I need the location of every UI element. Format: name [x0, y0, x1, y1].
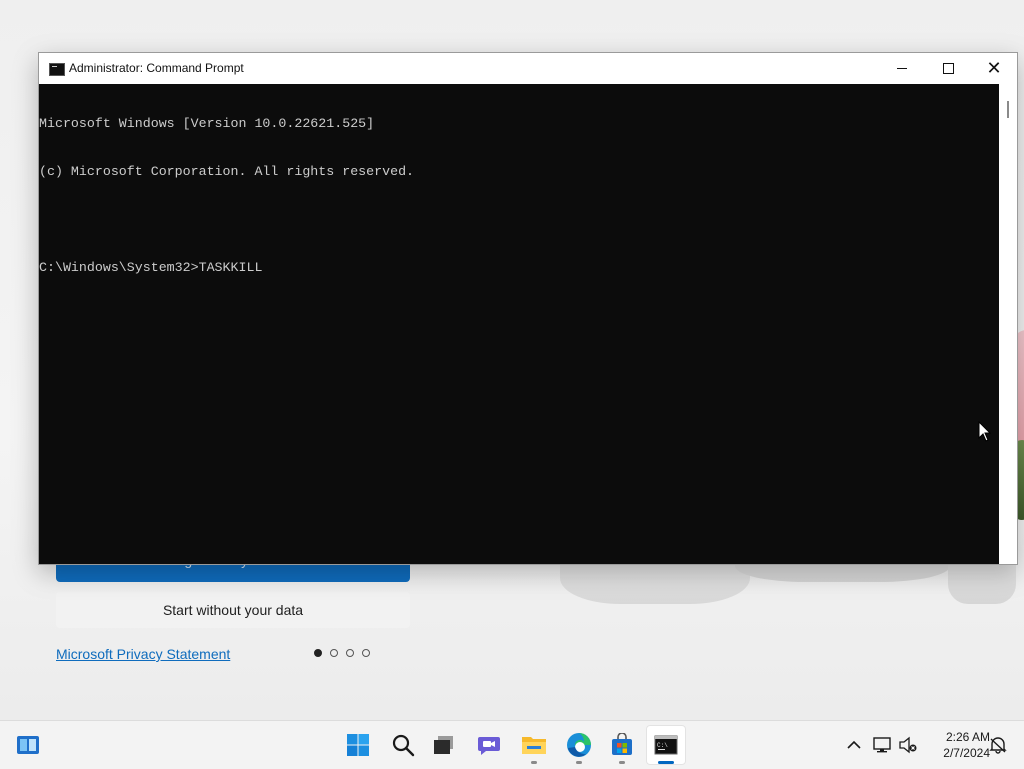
window-title: Administrator: Command Prompt — [69, 61, 244, 75]
running-indicator — [531, 761, 537, 764]
start-button-label: Start without your data — [162, 602, 304, 618]
mouse-cursor-icon — [978, 421, 992, 442]
show-hidden-icons-button[interactable] — [844, 721, 864, 769]
teams-chat-icon — [478, 737, 500, 755]
windows-start-icon — [347, 734, 369, 756]
decorative-shape — [948, 560, 1016, 604]
clock-date: 2/7/2024 — [943, 746, 990, 760]
carousel-dot[interactable] — [314, 649, 322, 657]
start-button[interactable] — [338, 725, 378, 765]
task-view-icon — [434, 736, 453, 754]
console-prompt-line: C:\Windows\System32>TASKKILL — [39, 260, 263, 275]
console-line: (c) Microsoft Corporation. All rights re… — [39, 164, 415, 179]
start-without-data-button[interactable]: Start without your data — [56, 592, 410, 628]
volume-button[interactable] — [898, 721, 918, 769]
command-prompt-taskbar-button[interactable]: C:\ — [646, 725, 686, 765]
clock-time: 2:26 AM — [945, 730, 990, 744]
notification-icon — [989, 737, 1007, 754]
decorative-shape — [560, 560, 750, 604]
close-icon: ✕ — [986, 57, 1002, 79]
carousel-dot[interactable] — [330, 649, 338, 657]
maximize-icon — [942, 63, 954, 74]
console-output[interactable]: Microsoft Windows [Version 10.0.22621.52… — [39, 84, 999, 564]
clock[interactable]: 2:26 AM 2/7/2024 — [922, 729, 990, 761]
volume-muted-icon — [899, 736, 917, 754]
edge-browser-icon — [567, 733, 591, 757]
taskbar: C:\ 2:26 AM 2/7/2024 — [0, 720, 1024, 769]
console-line: Microsoft Windows [Version 10.0.22621.52… — [39, 116, 375, 131]
edge-button[interactable] — [559, 725, 599, 765]
store-button[interactable] — [602, 725, 642, 765]
svg-text:C:\: C:\ — [657, 742, 668, 749]
command-prompt-window: Administrator: Command Prompt ✕ Microsof… — [38, 52, 1018, 565]
active-indicator — [658, 761, 674, 764]
folder-icon — [522, 737, 546, 754]
vertical-scrollbar[interactable] — [999, 84, 1017, 564]
network-button[interactable] — [872, 721, 892, 769]
carousel-dot[interactable] — [362, 649, 370, 657]
chevron-up-icon — [847, 740, 861, 749]
search-button[interactable] — [383, 725, 423, 765]
minimize-icon — [897, 68, 907, 69]
running-indicator — [576, 761, 582, 764]
file-explorer-button[interactable] — [514, 725, 554, 765]
command-prompt-icon: C:\ — [654, 735, 678, 755]
carousel-dots — [314, 649, 370, 657]
store-icon — [612, 733, 632, 755]
chat-button[interactable] — [469, 725, 509, 765]
command-prompt-icon — [49, 63, 65, 76]
notifications-button[interactable] — [988, 721, 1008, 769]
task-view-button[interactable] — [424, 725, 464, 765]
running-indicator — [619, 761, 625, 764]
scrollbar-thumb[interactable] — [1007, 101, 1009, 118]
widgets-button[interactable] — [8, 725, 48, 765]
widgets-icon — [17, 736, 39, 754]
privacy-statement-link[interactable]: Microsoft Privacy Statement — [56, 646, 230, 662]
title-bar[interactable]: Administrator: Command Prompt ✕ — [39, 53, 1017, 84]
minimize-button[interactable] — [879, 53, 925, 84]
maximize-button[interactable] — [925, 53, 971, 84]
close-button[interactable]: ✕ — [971, 53, 1017, 84]
network-icon — [873, 737, 891, 753]
search-icon — [392, 734, 415, 757]
carousel-dot[interactable] — [346, 649, 354, 657]
